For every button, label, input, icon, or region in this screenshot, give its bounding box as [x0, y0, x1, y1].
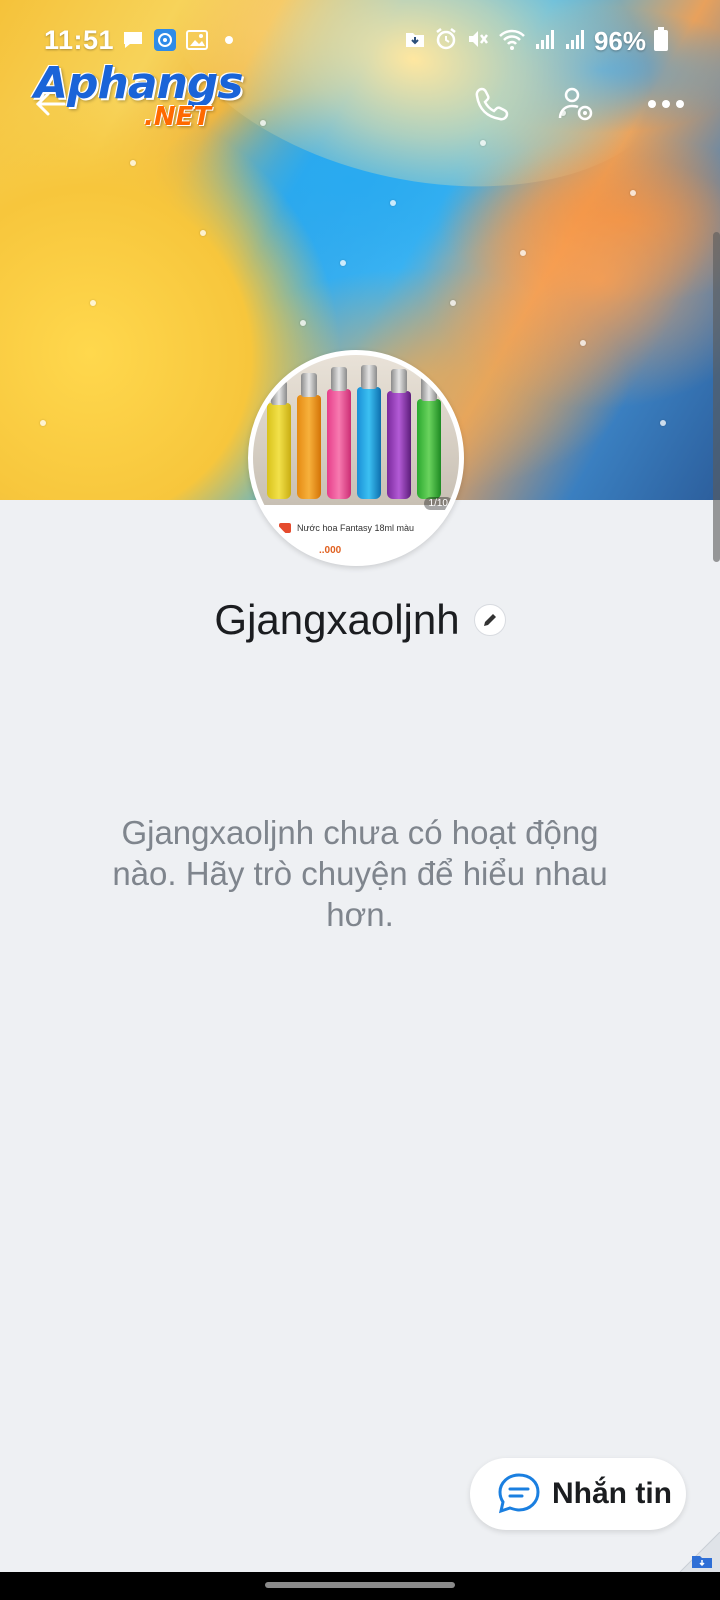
notification-icons [122, 29, 240, 51]
signal-icon [564, 28, 586, 55]
water-drop [390, 200, 396, 206]
more-button[interactable] [642, 80, 690, 128]
profile-name: Gjangxaoljnh [214, 596, 460, 643]
profile-name-row: Gjangxaoljnh [0, 590, 720, 650]
perfume-bottle [267, 381, 291, 499]
download-icon [404, 28, 426, 55]
chat-bubble-icon [122, 29, 144, 51]
water-drop [630, 190, 636, 196]
chat-icon [498, 1473, 540, 1514]
battery-icon [654, 27, 668, 56]
water-drop [260, 120, 266, 126]
water-drop [300, 320, 306, 326]
wifi-icon [498, 27, 526, 56]
status-time: 11:51 [44, 25, 115, 55]
page-corner [666, 1531, 720, 1573]
scrollbar[interactable] [713, 232, 720, 562]
back-arrow-icon [35, 92, 66, 116]
water-drop [130, 160, 136, 166]
perfume-bottle [387, 369, 411, 499]
more-icon [648, 100, 684, 108]
water-drop [580, 340, 586, 346]
navigation-bar [0, 1572, 720, 1600]
product-title: Nước hoa Fantasy 18ml màu [297, 523, 414, 533]
water-drop [480, 140, 486, 146]
product-caption: Nước hoa Fantasy 18ml màu [279, 523, 414, 533]
water-drop [520, 250, 526, 256]
status-bar: 11:51 96% [0, 18, 720, 62]
water-drop [660, 420, 666, 426]
avatar[interactable]: 1/10 Nước hoa Fantasy 18ml màu ..000 [248, 350, 464, 566]
message-button-label: Nhắn tin [552, 1477, 672, 1510]
water-drop [200, 230, 206, 236]
system-icons: 96% [404, 26, 668, 57]
water-drop [90, 300, 96, 306]
water-drop [40, 420, 46, 426]
perfume-bottle [357, 365, 381, 499]
perfume-bottle [417, 377, 441, 499]
home-gesture-bar[interactable] [265, 1582, 455, 1588]
watermark-sub: .NET [144, 102, 212, 132]
water-drop [450, 300, 456, 306]
perfume-bottle [327, 367, 351, 499]
alarm-icon [434, 27, 458, 56]
back-button[interactable] [28, 82, 72, 126]
empty-activity-message: Gjangxaoljnh chưa có hoạt động nào. Hãy … [112, 814, 608, 933]
browser-app-icon [154, 29, 176, 51]
avatar-photo [253, 355, 459, 505]
perfume-bottle [297, 373, 321, 499]
message-button[interactable]: Nhắn tin [470, 1458, 686, 1530]
call-button[interactable] [468, 80, 516, 128]
user-settings-icon [558, 87, 593, 121]
water-drop [340, 260, 346, 266]
pencil-icon [483, 614, 496, 626]
profile-settings-button[interactable] [552, 80, 600, 128]
battery-percent: 96% [593, 26, 646, 56]
edit-name-button[interactable] [473, 604, 506, 636]
image-counter: 1/10 [423, 497, 453, 510]
product-price: ..000 [319, 545, 342, 556]
dot-icon [218, 29, 240, 51]
tag-icon [279, 523, 291, 533]
cover-orange-band [420, 150, 720, 410]
mute-icon [466, 27, 490, 56]
gallery-icon [186, 29, 208, 51]
signal-icon [534, 28, 556, 55]
phone-icon [475, 87, 509, 121]
